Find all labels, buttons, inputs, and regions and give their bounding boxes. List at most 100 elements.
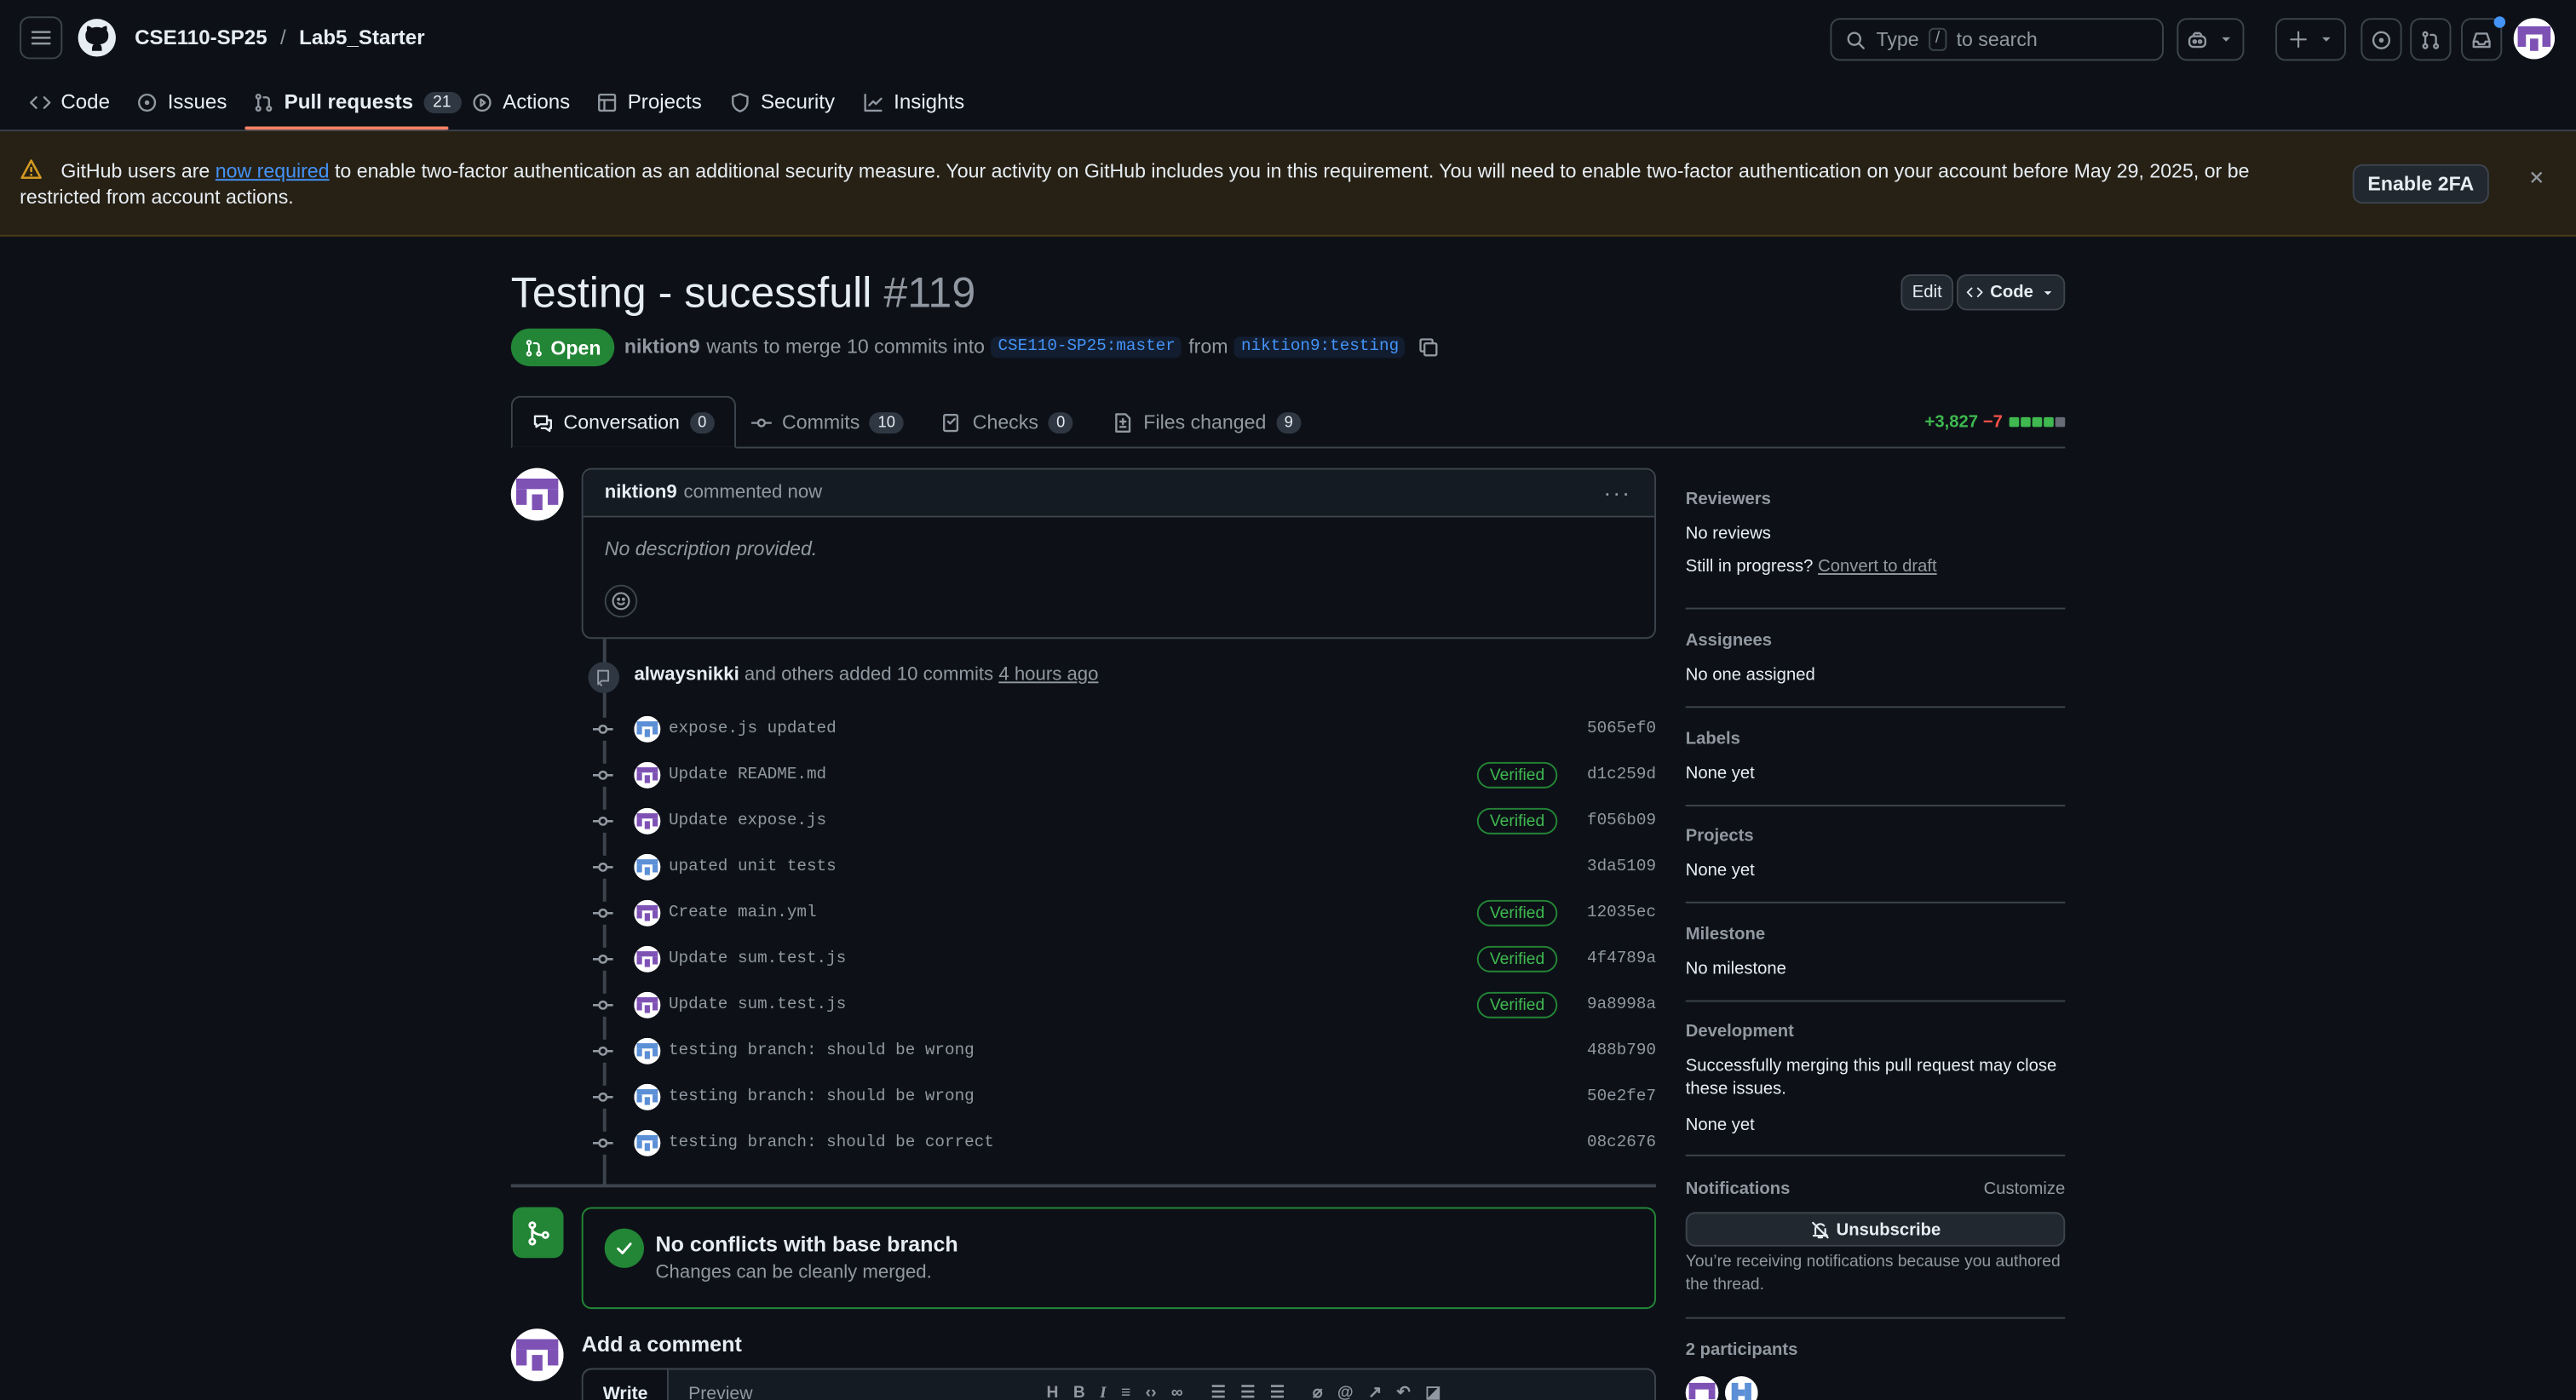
owner-link[interactable]: CSE110-SP25 (135, 26, 267, 49)
hamburger-menu-button[interactable] (20, 16, 63, 60)
commit-sha[interactable]: 4f4789a (1587, 950, 1656, 968)
nav-security[interactable]: Security (729, 89, 835, 115)
participant-avatar[interactable] (1725, 1376, 1758, 1400)
repo-link[interactable]: Lab5_Starter (299, 26, 424, 49)
commit-sha[interactable]: 5065ef0 (1587, 720, 1656, 738)
commit-author-avatar[interactable] (634, 1129, 661, 1156)
head-branch[interactable]: niktion9:testing (1234, 336, 1406, 358)
nav-projects[interactable]: Projects (596, 89, 702, 115)
commit-row[interactable]: testing branch: should be wrong 488b790 (591, 1028, 1656, 1074)
milestone-heading[interactable]: Milestone (1686, 925, 2066, 944)
tab-commits[interactable]: Commits 10 (750, 396, 904, 449)
cross-reference-icon[interactable]: ↗ (1368, 1385, 1382, 1400)
commit-message[interactable]: Update sum.test.js (669, 950, 846, 968)
tab-conversation[interactable]: Conversation 0 (510, 395, 737, 449)
commit-sha[interactable]: f056b09 (1587, 812, 1656, 830)
development-heading[interactable]: Development (1686, 1022, 2066, 1041)
commit-message[interactable]: Update expose.js (669, 812, 826, 830)
commit-message[interactable]: Update sum.test.js (669, 996, 846, 1014)
mention-icon[interactable]: @ (1337, 1385, 1354, 1400)
labels-heading[interactable]: Labels (1686, 729, 2066, 749)
add-reaction-button[interactable] (604, 584, 638, 618)
customize-link[interactable]: Customize (1984, 1179, 2066, 1199)
copy-icon[interactable] (1418, 336, 1440, 357)
now-required-link[interactable]: now required (216, 159, 330, 182)
unsubscribe-button[interactable]: Unsubscribe (1685, 1212, 2066, 1247)
bold-icon[interactable]: B (1073, 1385, 1085, 1400)
issues-shortcut-button[interactable] (2360, 18, 2402, 61)
push-author[interactable]: alwaysnikki (634, 665, 739, 685)
reply-icon[interactable]: ↶ (1397, 1385, 1411, 1400)
commit-author-avatar[interactable] (634, 899, 661, 927)
nav-actions[interactable]: Actions (472, 89, 570, 115)
commit-sha[interactable]: 50e2fe7 (1587, 1088, 1656, 1106)
quote-icon[interactable]: ≡ (1121, 1385, 1130, 1400)
commit-message[interactable]: testing branch: should be wrong (669, 1042, 975, 1060)
github-logo-icon[interactable] (78, 18, 117, 57)
enable-2fa-button[interactable]: Enable 2FA (2352, 164, 2489, 204)
current-user-avatar[interactable] (510, 1328, 564, 1381)
search-input[interactable]: Type / to search (1830, 18, 2164, 61)
projects-heading[interactable]: Projects (1686, 826, 2066, 846)
commit-sha[interactable]: 12035ec (1587, 904, 1656, 922)
commit-row[interactable]: upated unit tests 3da5109 (591, 844, 1656, 890)
verified-badge[interactable]: Verified (1476, 991, 1558, 1018)
convert-to-draft-link[interactable]: Convert to draft (1818, 557, 1937, 577)
commit-author-avatar[interactable] (634, 945, 661, 973)
commit-message[interactable]: upated unit tests (669, 858, 837, 876)
verified-badge[interactable]: Verified (1476, 945, 1558, 973)
code-icon[interactable]: ‹› (1146, 1385, 1157, 1400)
commit-message[interactable]: Update README.md (669, 766, 826, 784)
commit-sha[interactable]: 9a8998a (1587, 996, 1656, 1014)
write-tab[interactable]: Write (583, 1369, 670, 1400)
push-time-link[interactable]: 4 hours ago (998, 665, 1098, 685)
preview-tab[interactable]: Preview (669, 1369, 773, 1400)
commit-author-avatar[interactable] (634, 991, 661, 1018)
verified-badge[interactable]: Verified (1476, 807, 1558, 835)
commit-sha[interactable]: 08c2676 (1587, 1134, 1656, 1152)
attach-icon[interactable]: ⌀ (1313, 1385, 1323, 1400)
assignees-heading[interactable]: Assignees (1686, 631, 2066, 651)
user-avatar[interactable] (2513, 18, 2555, 60)
commit-row[interactable]: Update sum.test.js Verified 9a8998a (591, 982, 1656, 1028)
commit-author-avatar[interactable] (634, 1083, 661, 1110)
nav-insights[interactable]: Insights (863, 89, 964, 115)
unordered-list-icon[interactable]: ☰ (1240, 1385, 1255, 1400)
edit-title-button[interactable]: Edit (1900, 274, 1954, 311)
comment-author[interactable]: niktion9 (605, 483, 677, 502)
ordered-list-icon[interactable]: ☰ (1210, 1385, 1225, 1400)
commit-author-avatar[interactable] (634, 761, 661, 789)
commit-row[interactable]: Update README.md Verified d1c259d (591, 752, 1656, 798)
commit-sha[interactable]: d1c259d (1587, 766, 1656, 784)
base-branch[interactable]: CSE110-SP25:master (991, 336, 1182, 358)
participant-avatar[interactable] (1685, 1376, 1719, 1400)
pr-author-link[interactable]: niktion9 (624, 335, 700, 358)
commit-sha[interactable]: 488b790 (1587, 1042, 1656, 1060)
commit-message[interactable]: testing branch: should be wrong (669, 1088, 975, 1106)
tab-files-changed[interactable]: Files changed 9 (1113, 396, 1302, 449)
nav-pull-requests[interactable]: Pull requests 21 (253, 89, 462, 115)
tab-checks[interactable]: Checks 0 (941, 396, 1073, 449)
commit-author-avatar[interactable] (634, 715, 661, 743)
heading-icon[interactable]: H (1047, 1385, 1059, 1400)
link-icon[interactable]: ∞ (1171, 1385, 1183, 1400)
code-dropdown-button[interactable]: Code (1956, 274, 2066, 311)
nav-code[interactable]: Code (30, 89, 110, 115)
comment-author-avatar[interactable] (510, 468, 564, 521)
commit-row[interactable]: Update sum.test.js Verified 4f4789a (591, 936, 1656, 982)
create-new-button[interactable] (2275, 18, 2347, 61)
commit-message[interactable]: testing branch: should be correct (669, 1134, 994, 1152)
verified-badge[interactable]: Verified (1476, 761, 1558, 789)
commit-row[interactable]: expose.js updated 5065ef0 (591, 706, 1656, 752)
commit-message[interactable]: expose.js updated (669, 720, 837, 738)
nav-issues[interactable]: Issues (136, 89, 227, 115)
reviewers-heading[interactable]: Reviewers (1686, 490, 2066, 509)
commit-message[interactable]: Create main.yml (669, 904, 817, 922)
italic-icon[interactable]: I (1100, 1385, 1107, 1400)
commit-author-avatar[interactable] (634, 807, 661, 835)
commit-row[interactable]: testing branch: should be correct 08c2676 (591, 1120, 1656, 1166)
commit-row[interactable]: Create main.yml Verified 12035ec (591, 890, 1656, 936)
verified-badge[interactable]: Verified (1476, 899, 1558, 927)
commit-row[interactable]: Update expose.js Verified f056b09 (591, 798, 1656, 844)
commit-sha[interactable]: 3da5109 (1587, 858, 1656, 876)
